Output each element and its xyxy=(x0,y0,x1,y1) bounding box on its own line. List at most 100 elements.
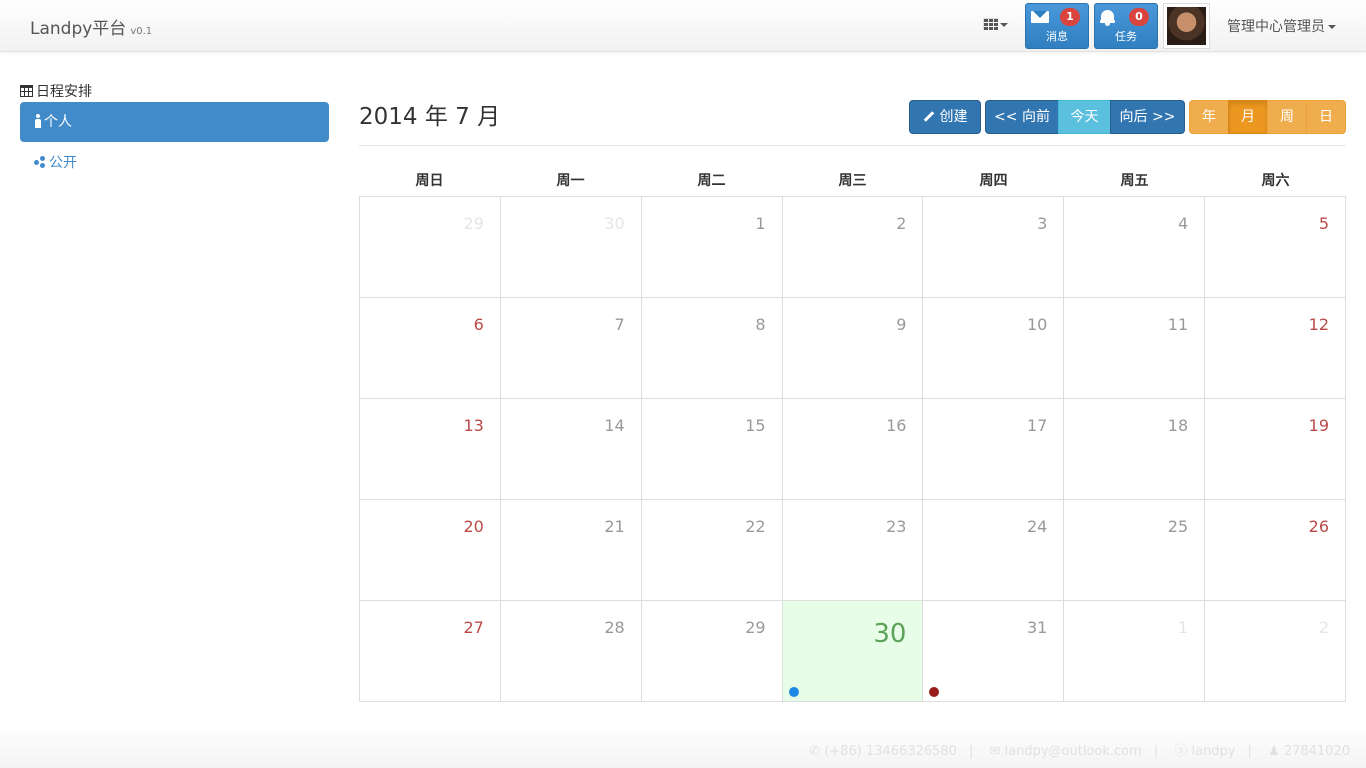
footer-email[interactable]: landpy@outlook.com xyxy=(1005,744,1142,759)
day-cell[interactable]: 7 xyxy=(500,298,642,399)
day-number: 14 xyxy=(604,416,625,435)
day-number: 5 xyxy=(1318,214,1330,233)
messages-button[interactable]: 1 消息 xyxy=(1025,3,1089,49)
day-cell[interactable]: 11 xyxy=(1064,298,1206,399)
day-cell[interactable]: 12 xyxy=(1205,298,1347,399)
weekday-label: 周日 xyxy=(415,173,444,189)
day-cell[interactable]: 23 xyxy=(782,500,924,601)
footer-separator: | xyxy=(1247,744,1252,759)
today-button[interactable]: 今天 xyxy=(1058,100,1111,134)
day-number: 19 xyxy=(1308,416,1330,435)
day-cell[interactable]: 15 xyxy=(641,399,783,500)
view-year-button[interactable]: 年 xyxy=(1189,100,1229,134)
day-cell[interactable]: 19 xyxy=(1205,399,1347,500)
day-number: 15 xyxy=(745,416,766,435)
day-cell[interactable]: 1 xyxy=(1064,601,1206,702)
messages-badge: 1 xyxy=(1060,8,1080,26)
day-cell[interactable]: 14 xyxy=(500,399,642,500)
day-cell[interactable]: 27 xyxy=(360,601,501,702)
day-cell[interactable]: 28 xyxy=(500,601,642,702)
footer-phone: (+86) 13466326580 xyxy=(824,744,957,759)
tasks-label: 任务 xyxy=(1115,30,1137,43)
day-cell[interactable]: 29 xyxy=(360,197,501,298)
day-cell[interactable]: 16 xyxy=(782,399,924,500)
view-week-button[interactable]: 周 xyxy=(1267,100,1307,134)
day-number: 21 xyxy=(604,517,625,536)
day-number: 20 xyxy=(463,517,484,536)
apps-menu-button[interactable] xyxy=(983,18,1009,34)
calendar-week-row: 20 21 22 23 24 25 26 xyxy=(360,500,1347,601)
weekday-label: 周一 xyxy=(556,173,585,189)
day-cell[interactable]: 26 xyxy=(1205,500,1347,601)
skype-icon: ⓢ xyxy=(1174,744,1188,759)
day-cell[interactable]: 21 xyxy=(500,500,642,601)
day-cell[interactable]: 18 xyxy=(1064,399,1206,500)
next-button[interactable]: 向后 >> xyxy=(1110,100,1185,134)
view-month-button[interactable]: 月 xyxy=(1228,100,1268,134)
day-cell[interactable]: 24 xyxy=(923,500,1065,601)
create-button[interactable]: 创建 xyxy=(909,100,981,134)
qq-icon: ♟ xyxy=(1268,744,1280,759)
sidebar-item-public[interactable]: 公开 xyxy=(20,143,329,183)
day-cell-today[interactable]: 30 xyxy=(782,601,924,702)
day-cell[interactable]: 13 xyxy=(360,399,501,500)
footer-qq: 27841020 xyxy=(1283,744,1350,759)
day-number: 18 xyxy=(1167,416,1189,435)
day-number: 28 xyxy=(604,618,625,637)
weekday-label: 周三 xyxy=(838,173,867,189)
event-dot[interactable] xyxy=(929,687,940,697)
user-avatar[interactable] xyxy=(1163,3,1210,49)
day-cell[interactable]: 31 xyxy=(923,601,1065,702)
day-cell[interactable]: 4 xyxy=(1064,197,1206,298)
day-number: 1 xyxy=(755,214,766,233)
user-menu[interactable]: 管理中心管理员 xyxy=(1227,16,1336,36)
tasks-button[interactable]: 0 任务 xyxy=(1094,3,1158,49)
pencil-icon xyxy=(923,111,934,122)
day-cell[interactable]: 1 xyxy=(641,197,783,298)
sidebar-item-personal[interactable]: 个人 xyxy=(20,102,329,142)
day-cell[interactable]: 2 xyxy=(1205,601,1347,702)
day-cell[interactable]: 5 xyxy=(1205,197,1347,298)
calendar-week-row: 13 14 15 16 17 18 19 xyxy=(360,399,1347,500)
day-cell[interactable]: 30 xyxy=(500,197,642,298)
day-cell[interactable]: 17 xyxy=(923,399,1065,500)
calendar-week-row: 27 28 29 30 31 1 2 xyxy=(360,601,1347,702)
avatar-image xyxy=(1167,7,1206,45)
day-cell[interactable]: 22 xyxy=(641,500,783,601)
event-dot[interactable] xyxy=(788,687,799,697)
tasks-badge: 0 xyxy=(1129,8,1149,26)
day-cell[interactable]: 2 xyxy=(782,197,924,298)
day-number: 30 xyxy=(873,619,907,649)
day-number: 6 xyxy=(473,315,484,334)
weekday-label: 周五 xyxy=(1120,173,1149,189)
brand-name[interactable]: Landpy平台 xyxy=(30,19,126,39)
footer-separator: | xyxy=(1153,744,1159,759)
day-number: 9 xyxy=(896,315,907,334)
caret-down-icon xyxy=(1328,25,1336,29)
day-cell[interactable]: 29 xyxy=(641,601,783,702)
day-number: 1 xyxy=(1177,618,1189,637)
day-cell[interactable]: 10 xyxy=(923,298,1065,399)
day-number: 8 xyxy=(755,315,766,334)
day-cell[interactable]: 9 xyxy=(782,298,924,399)
brand-logo[interactable]: Landpy平台 v0.1 xyxy=(30,14,152,39)
day-number: 2 xyxy=(1318,618,1330,637)
sidebar-item-label: 公开 xyxy=(49,155,77,171)
brand-version: v0.1 xyxy=(130,26,153,37)
day-number: 27 xyxy=(463,618,484,637)
day-cell[interactable]: 3 xyxy=(923,197,1065,298)
prev-button[interactable]: << 向前 xyxy=(985,100,1059,134)
calendar-icon xyxy=(20,85,33,97)
day-cell[interactable]: 6 xyxy=(360,298,501,399)
day-number: 29 xyxy=(745,618,766,637)
day-number: 16 xyxy=(886,416,907,435)
day-cell[interactable]: 25 xyxy=(1064,500,1206,601)
day-cell[interactable]: 8 xyxy=(641,298,783,399)
day-number: 7 xyxy=(614,315,625,334)
sidebar-item-label: 个人 xyxy=(44,114,72,130)
header-divider xyxy=(359,145,1346,146)
weekday-label: 周六 xyxy=(1261,173,1290,189)
day-cell[interactable]: 20 xyxy=(360,500,501,601)
footer-separator: | xyxy=(968,744,974,759)
view-day-button[interactable]: 日 xyxy=(1306,100,1346,134)
